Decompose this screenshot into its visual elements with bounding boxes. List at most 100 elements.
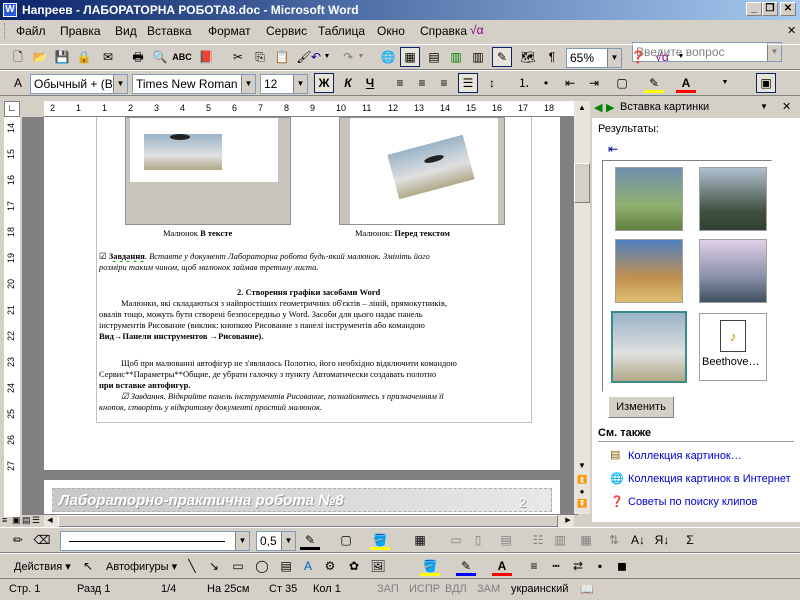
- bullets-icon[interactable]: •: [536, 73, 556, 93]
- vertical-scroll-thumb[interactable]: [574, 163, 590, 203]
- menu-tools[interactable]: Сервис: [266, 24, 307, 38]
- underline-button[interactable]: Ч: [360, 73, 380, 93]
- menu-table[interactable]: Таблица: [318, 24, 365, 38]
- text-area[interactable]: Малюнок В тексте Малюнок: Перед текстом …: [96, 117, 532, 423]
- table-autoformat-icon[interactable]: ▦: [576, 530, 596, 550]
- menu-insert[interactable]: Вставка: [147, 24, 192, 38]
- shadow-style-icon[interactable]: ▪: [590, 556, 610, 576]
- vertical-ruler[interactable]: 14 15 16 17 18 19 20 21 22 23 24 25 26 27: [4, 117, 20, 517]
- back-arrow-icon[interactable]: ◀: [594, 101, 602, 114]
- zoom-select[interactable]: 65% ▼: [566, 48, 622, 68]
- line-color-icon[interactable]: ✎: [456, 556, 476, 576]
- insert-excel-icon[interactable]: ▥: [446, 47, 466, 67]
- link-search-tips[interactable]: Советы по поиску клипов: [628, 496, 757, 508]
- status-record[interactable]: ЗАП: [374, 582, 399, 598]
- line-icon[interactable]: ╲: [182, 556, 202, 576]
- text-direction-icon[interactable]: ⇅: [604, 530, 624, 550]
- numbering-icon[interactable]: ⒈: [514, 73, 534, 93]
- horizontal-ruler[interactable]: 2 1 1 2 3 4 5 6 7 8 9 10 11 12 13 14 15 16 17 18: [44, 101, 584, 117]
- clip-art-icon[interactable]: ✿: [344, 556, 364, 576]
- menu-file[interactable]: Файл: [16, 24, 46, 38]
- font-color-icon[interactable]: A: [676, 73, 696, 93]
- menu-view[interactable]: Вид: [115, 24, 137, 38]
- permission-icon[interactable]: 🔒: [74, 47, 94, 67]
- style-select[interactable]: Обычный + (Вос ▼: [30, 74, 128, 94]
- dash-style-icon[interactable]: ┅: [546, 556, 566, 576]
- draw-table-icon[interactable]: ✏: [8, 530, 28, 550]
- redo-dropdown-icon[interactable]: ▼: [356, 47, 366, 67]
- email-icon[interactable]: ✉: [98, 47, 118, 67]
- wordart-icon[interactable]: A: [298, 556, 318, 576]
- thumbnail-rock[interactable]: [615, 239, 683, 303]
- task-pane-close-icon[interactable]: ✕: [782, 100, 791, 113]
- scroll-down-icon[interactable]: ▼: [574, 459, 590, 473]
- drawing-font-color-icon[interactable]: A: [492, 556, 512, 576]
- ruler-corner[interactable]: ∟: [4, 101, 20, 117]
- scroll-up-icon[interactable]: ▲: [574, 101, 590, 115]
- task-pane-menu-icon[interactable]: ▼: [760, 102, 768, 111]
- status-track-changes[interactable]: ИСПР: [406, 582, 440, 598]
- link-clip-online[interactable]: Коллекция картинок в Интернет: [628, 473, 791, 485]
- hyperlink-icon[interactable]: 🌐: [378, 47, 398, 67]
- align-right-icon[interactable]: ≡: [434, 73, 454, 93]
- insert-picture-icon[interactable]: 🖼: [368, 556, 388, 576]
- show-hide-icon[interactable]: ¶: [542, 47, 562, 67]
- sort-ascending-icon[interactable]: A↓: [628, 530, 648, 550]
- align-cell-icon[interactable]: ▤: [496, 530, 516, 550]
- justify-icon[interactable]: ☰: [458, 73, 478, 93]
- link-clip-organizer[interactable]: Коллекция картинок…: [628, 450, 742, 462]
- increase-indent-icon[interactable]: ⇥: [584, 73, 604, 93]
- spelling-status-icon[interactable]: 📖: [580, 583, 594, 596]
- minimize-button[interactable]: _: [746, 2, 762, 16]
- merge-cells-icon[interactable]: ▭: [446, 530, 466, 550]
- previous-page-icon[interactable]: ⏫: [574, 475, 590, 487]
- decrease-indent-icon[interactable]: ⇤: [560, 73, 580, 93]
- border-color-icon[interactable]: ✎: [300, 530, 320, 550]
- status-overtype[interactable]: ЗАМ: [474, 582, 500, 598]
- print-icon[interactable]: 🖶: [128, 47, 148, 67]
- undo-dropdown-icon[interactable]: ▼: [322, 47, 332, 67]
- cut-icon[interactable]: ✂: [228, 47, 248, 67]
- rectangle-icon[interactable]: ▭: [228, 556, 248, 576]
- autoshapes-menu[interactable]: Автофигуры ▾: [106, 560, 177, 573]
- scroll-right-icon[interactable]: ▶: [562, 515, 574, 527]
- select-objects-icon[interactable]: ↖: [78, 556, 98, 576]
- split-cells-icon[interactable]: ▯: [468, 530, 488, 550]
- save-icon[interactable]: 💾: [52, 47, 72, 67]
- oval-icon[interactable]: ◯: [252, 556, 272, 576]
- styles-formatting-icon[interactable]: A: [8, 73, 28, 93]
- shading-color-icon[interactable]: 🪣: [370, 530, 390, 550]
- new-document-icon[interactable]: 🗋: [8, 47, 28, 67]
- thumbnail-trees[interactable]: [699, 167, 767, 231]
- menu-window[interactable]: Окно: [377, 24, 405, 38]
- thumbnail-cottage[interactable]: [615, 167, 683, 231]
- autosum-icon[interactable]: Σ: [680, 530, 700, 550]
- diagram-icon[interactable]: ⚙: [320, 556, 340, 576]
- line-spacing-icon[interactable]: ↕: [482, 73, 502, 93]
- research-icon[interactable]: 📕: [196, 47, 216, 67]
- bold-button[interactable]: Ж: [314, 73, 334, 93]
- tables-borders-icon[interactable]: ▦: [400, 47, 420, 67]
- border-style-icon[interactable]: ▢: [336, 530, 356, 550]
- help-icon[interactable]: ❓: [628, 47, 648, 67]
- horizontal-scrollbar[interactable]: ◀ ▶: [44, 515, 574, 527]
- distribute-columns-icon[interactable]: ▥: [550, 530, 570, 550]
- results-grid[interactable]: ♪ Beethove…: [602, 160, 772, 392]
- line-weight-select[interactable]: 0,5 ▼: [256, 531, 296, 551]
- equation-icon[interactable]: √α: [650, 47, 674, 67]
- toolbar-options-icon[interactable]: ▼: [720, 73, 730, 93]
- next-page-icon[interactable]: ⏬: [574, 499, 590, 511]
- line-style-icon[interactable]: ≡: [524, 556, 544, 576]
- screenshot-image-in-text[interactable]: [125, 117, 291, 225]
- word-app-icon[interactable]: W: [3, 3, 17, 17]
- maximize-button[interactable]: ❐: [762, 2, 778, 16]
- line-style-select[interactable]: ▼: [60, 531, 250, 551]
- sort-descending-icon[interactable]: Я↓: [652, 530, 672, 550]
- thumbnail-ufo-house[interactable]: [611, 311, 687, 383]
- thumbnail-file[interactable]: ♪ Beethove…: [699, 313, 767, 381]
- print-preview-icon[interactable]: 🔍: [150, 47, 170, 67]
- normal-view-icon[interactable]: ≡: [2, 515, 7, 525]
- scroll-left-icon[interactable]: ◀: [44, 515, 56, 527]
- close-button[interactable]: ✕: [780, 2, 796, 16]
- insert-table-icon[interactable]: ▤: [424, 47, 444, 67]
